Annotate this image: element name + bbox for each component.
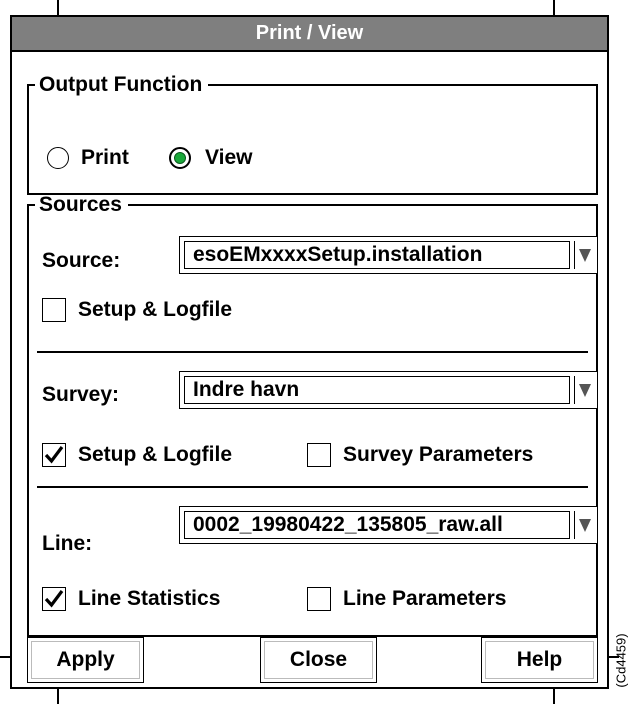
dialog-title: Print / View <box>255 22 364 44</box>
line-value: 0002_19980422_135805_raw.all <box>184 511 570 539</box>
source-setup-logfile-label: Setup & Logfile <box>78 298 232 321</box>
figure-id: (Cd4459) <box>612 620 630 700</box>
output-function-legend: Output Function <box>39 73 203 96</box>
print-radio-label: Print <box>81 146 129 169</box>
tick-bottom-left <box>57 689 59 704</box>
sources-group: Sources Source: esoEMxxxxSetup.installat… <box>27 194 598 637</box>
survey-setup-logfile-label: Setup & Logfile <box>78 443 232 466</box>
line-dropdown[interactable]: 0002_19980422_135805_raw.all <box>179 506 598 544</box>
survey-label: Survey: <box>42 383 120 406</box>
tick-bottom-right <box>553 689 555 704</box>
title-bar[interactable]: Print / View <box>12 17 607 52</box>
survey-dropdown[interactable]: Indre havn <box>179 371 598 409</box>
sources-legend: Sources <box>39 193 122 216</box>
source-label: Source: <box>42 249 121 272</box>
source-setup-logfile-option[interactable]: Setup & Logfile <box>42 298 232 322</box>
output-function-group: Output Function Print View <box>27 74 598 195</box>
source-setup-logfile-checkbox[interactable] <box>42 298 66 322</box>
survey-parameters-checkbox[interactable] <box>307 443 331 467</box>
line-parameters-label: Line Parameters <box>343 587 507 610</box>
separator <box>37 351 588 353</box>
survey-value: Indre havn <box>184 376 570 404</box>
print-radio-option[interactable]: Print <box>47 146 129 170</box>
line-statistics-label: Line Statistics <box>78 587 221 610</box>
line-parameters-checkbox[interactable] <box>307 587 331 611</box>
tick-left-mid <box>0 656 10 658</box>
survey-parameters-label: Survey Parameters <box>343 443 534 466</box>
apply-button[interactable]: Apply <box>27 637 144 683</box>
tick-top-right <box>553 0 555 15</box>
survey-setup-logfile-checkbox[interactable] <box>42 443 66 467</box>
help-button[interactable]: Help <box>481 637 598 683</box>
line-statistics-checkbox[interactable] <box>42 587 66 611</box>
source-dropdown[interactable]: esoEMxxxxSetup.installation <box>179 236 598 274</box>
print-radio[interactable] <box>47 147 69 169</box>
close-button[interactable]: Close <box>260 637 377 683</box>
checkmark-icon <box>44 590 64 608</box>
tick-top-left <box>57 0 59 15</box>
view-radio-label: View <box>205 146 253 169</box>
radio-selected-dot <box>174 152 186 164</box>
source-value: esoEMxxxxSetup.installation <box>184 241 570 269</box>
print-view-dialog: Print / View Output Function Print View … <box>10 15 609 689</box>
view-radio[interactable] <box>169 147 191 169</box>
dropdown-arrow-icon[interactable] <box>574 241 594 269</box>
survey-setup-logfile-option[interactable]: Setup & Logfile <box>42 443 232 467</box>
checkmark-icon <box>44 446 64 464</box>
view-radio-option[interactable]: View <box>169 146 252 170</box>
line-statistics-option[interactable]: Line Statistics <box>42 587 220 611</box>
figure-id-text: (Cd4459) <box>613 632 629 688</box>
dropdown-arrow-icon[interactable] <box>574 376 594 404</box>
separator <box>37 486 588 488</box>
line-label: Line: <box>42 532 93 555</box>
dropdown-arrow-icon[interactable] <box>574 511 594 539</box>
line-parameters-option[interactable]: Line Parameters <box>307 587 506 611</box>
survey-parameters-option[interactable]: Survey Parameters <box>307 443 533 467</box>
